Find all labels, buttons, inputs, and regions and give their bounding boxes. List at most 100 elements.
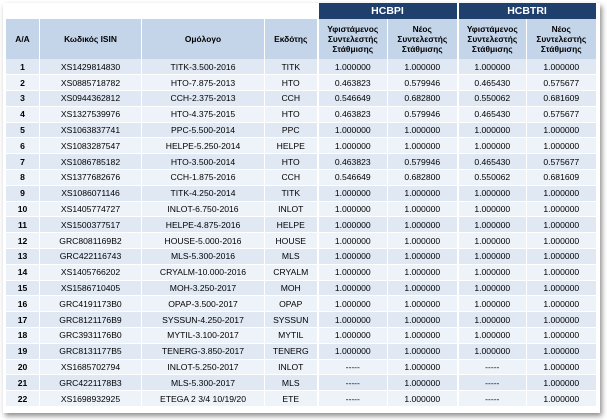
hcbtri-new-weight-cell: 1.000000 [526,311,596,329]
row-number: 19 [5,343,40,360]
row-number: 4 [5,106,40,123]
issuer-cell: HTO [264,106,318,123]
hcbtri-new-weight-cell: 1.000000 [526,248,596,265]
table-row: 8 XS1377682676 CCH-1.875-2016 CCH 0.546649 0.… [5,169,596,186]
row-number: 7 [5,153,40,171]
bond-cell: MLS-5.300-2017 [141,374,265,392]
hcbpi-new-weight-cell: 1.000000 [386,390,458,408]
row-number: 10 [5,201,40,218]
hcbpi-existing-weight-cell: 1.000000 [316,232,388,250]
table-row: 4 XS1327539976 HTO-4.375-2015 HTO 0.463823 0.… [5,106,596,123]
table-row: 19 GRC8131177B5 TENERG-3.850-2017 TENERG 1.0… [5,343,596,360]
table-row: 17 GRC8121176B9 SYSSUN-4.250-2017 SYSSUN 1.0… [5,311,596,329]
table-row: 3 XS0944362812 CCH-2.375-2013 CCH 0.546649 0.… [5,90,596,107]
issuer-cell: MLS [264,248,318,265]
bond-cell: HELPE-5.250-2014 [141,137,265,155]
hcbtri-new-weight-cell: 1.000000 [526,295,596,313]
hcbpi-existing-weight-cell: 0.463823 [316,106,388,123]
row-number: 6 [5,137,40,155]
row-number: 21 [5,374,40,392]
issuer-cell: OPAP [264,295,318,313]
bond-cell: TITK-4.250-2014 [141,185,265,202]
hcbtri-new-weight-cell: 1.000000 [526,122,596,139]
hcbpi-new-weight-cell: 1.000000 [386,122,458,139]
hcbtri-new-weight-cell: 1.000000 [526,185,596,202]
issuer-cell: HTO [264,74,318,92]
table-row: 12 GRC8081169B2 HOUSE-5.000-2016 HOUSE 1.000… [5,232,596,250]
row-number: 16 [5,295,40,313]
table-row: 7 XS1086785182 HTO-3.500-2014 HTO 0.463823 0.… [5,153,596,171]
hcbpi-new-weight-cell: 0.579946 [386,106,458,123]
isin-cell: XS0885718782 [39,74,142,92]
hcbtri-existing-weight-cell: 0.465430 [456,106,527,123]
hcbtri-existing-weight-cell: 1.000000 [456,248,527,265]
row-number: 12 [5,232,40,250]
hcbtri-existing-weight-cell: ----- [456,359,527,376]
hcbpi-new-weight-cell: 1.000000 [386,216,458,234]
group-header-row: HCBPI HCBTRI [5,3,596,19]
hcbtri-new-weight-cell: 0.681609 [526,169,596,186]
table-body: 1 XS1429814830 TITK-3.500-2016 TITK 1.000000… [5,59,596,408]
hcbtri-new-weight-cell: 1.000000 [526,359,596,376]
table-row: 9 XS1086071146 TITK-4.250-2014 TITK 1.000000… [5,185,596,202]
hcbpi-existing-weight-cell: 1.000000 [316,216,388,234]
hcbpi-new-weight-cell: 1.000000 [386,264,458,281]
hcbtri-existing-weight-cell: 0.550062 [456,90,527,107]
row-number: 20 [5,359,40,376]
issuer-cell: MYTIL [264,327,318,344]
hcbtri-existing-weight-cell: 1.000000 [456,295,527,313]
table-frame: HCBPI HCBTRI Α/Α Κωδικός ISIN Ομόλογο Εκ… [3,3,600,413]
issuer-cell: TENERG [264,343,318,360]
hcbtri-new-weight-cell: 1.000000 [526,280,596,297]
table-row: 14 XS1405766202 CRYALM-10.000-2016 CRYALM 1.… [5,264,596,281]
row-number: 15 [5,280,40,297]
hcbtri-existing-weight-cell: 1.000000 [456,343,527,360]
isin-cell: XS1063837741 [39,122,142,139]
isin-cell: XS0944362812 [39,90,142,107]
isin-cell: GRC3931176B0 [39,327,142,344]
hcbpi-new-weight-cell: 0.682800 [386,90,458,107]
hcbtri-existing-weight-cell: 1.000000 [456,264,527,281]
hcbpi-existing-weight-cell: 1.000000 [316,59,388,76]
row-number: 3 [5,90,40,107]
bond-cell: HTO-4.375-2015 [141,106,265,123]
row-number: 14 [5,264,40,281]
row-number: 8 [5,169,40,186]
hcbpi-existing-weight-cell: 1.000000 [316,201,388,218]
bond-cell: CCH-1.875-2016 [141,169,265,186]
row-number: 2 [5,74,40,92]
column-header-hcbtri-new-weight: Νέος Συντελεστής Στάθμισης [526,19,596,59]
hcbtri-existing-weight-cell: 1.000000 [456,232,527,250]
bond-cell: ETEGA 2 3/4 10/19/20 [141,390,265,408]
bond-cell: HOUSE-5.000-2016 [141,232,265,250]
hcbtri-new-weight-cell: 1.000000 [526,216,596,234]
issuer-cell: HTO [264,153,318,171]
table-row: 13 GRC422116743 MLS-5.300-2016 MLS 1.000000 1… [5,248,596,265]
row-number: 9 [5,185,40,202]
hcbpi-existing-weight-cell: 1.000000 [316,137,388,155]
column-header-bond: Ομόλογο [141,19,265,59]
bond-cell: HTO-3.500-2014 [141,153,265,171]
isin-cell: XS1405766202 [39,264,142,281]
group-header-hcbtri: HCBTRI [456,3,596,19]
hcbtri-new-weight-cell: 1.000000 [526,232,596,250]
column-header-row: Α/Α Κωδικός ISIN Ομόλογο Εκδότης Υφιστάμ… [5,19,596,59]
hcbpi-existing-weight-cell: 1.000000 [316,311,388,329]
hcbtri-new-weight-cell: 0.575677 [526,106,596,123]
hcbtri-new-weight-cell: 1.000000 [526,59,596,76]
hcbpi-new-weight-cell: 1.000000 [386,248,458,265]
issuer-cell: CCH [264,169,318,186]
hcbtri-existing-weight-cell: 1.000000 [456,280,527,297]
bond-cell: CCH-2.375-2013 [141,90,265,107]
hcbpi-new-weight-cell: 0.579946 [386,74,458,92]
table-row: 15 XS1586710405 MOH-3.250-2017 MOH 1.000000 1… [5,280,596,297]
hcbpi-new-weight-cell: 1.000000 [386,359,458,376]
isin-cell: XS1500377517 [39,216,142,234]
hcbpi-new-weight-cell: 1.000000 [386,232,458,250]
row-number: 22 [5,390,40,408]
issuer-cell: HELPE [264,137,318,155]
hcbpi-existing-weight-cell: 1.000000 [316,248,388,265]
hcbtri-existing-weight-cell: 1.000000 [456,137,527,155]
bond-cell: HELPE-4.875-2016 [141,216,265,234]
table-row: 2 XS0885718782 HTO-7.875-2013 HTO 0.463823 0.… [5,74,596,92]
